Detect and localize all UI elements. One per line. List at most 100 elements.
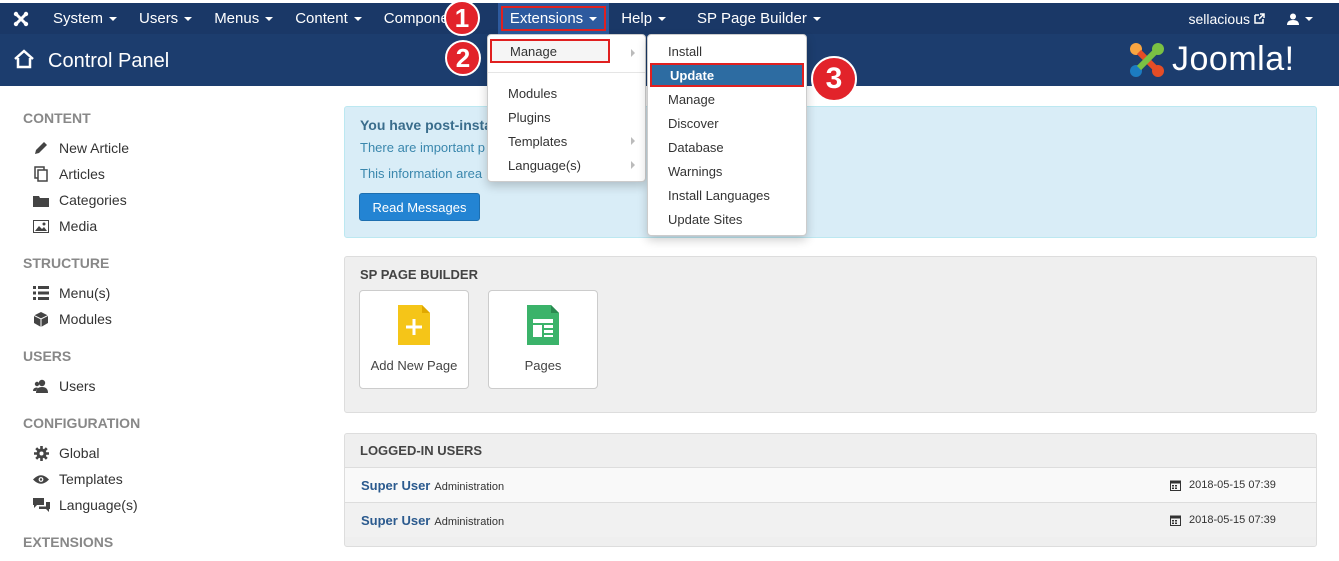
menu-extensions[interactable]: Extensions <box>497 3 610 34</box>
sp-page-builder-panel: SP PAGE BUILDER Add New Page Pages <box>344 256 1317 413</box>
menu-content-label: Content <box>295 10 348 27</box>
menu-item-install[interactable]: Install <box>648 39 806 63</box>
joomla-logo-text: Joomla! <box>1172 40 1295 78</box>
table-row: Super User Administration 2018-05-15 07:3… <box>345 502 1316 537</box>
sidebar-item-label: Categories <box>59 192 127 208</box>
menu-sp-page-builder[interactable]: SP Page Builder <box>677 3 832 34</box>
sidebar-item-label: Users <box>59 378 96 394</box>
user-role: Administration <box>434 481 505 493</box>
menu-item-label: Manage <box>510 43 557 59</box>
menu-item-label: Install <box>668 43 702 59</box>
menu-item-label: Plugins <box>508 109 551 125</box>
site-link[interactable]: sellacious <box>1178 3 1276 34</box>
pencil-icon <box>32 140 50 156</box>
extensions-dropdown: Manage Modules Plugins Templates Languag… <box>487 34 646 182</box>
submenu-arrow-icon <box>631 137 635 145</box>
menu-sp-page-builder-label: SP Page Builder <box>697 10 807 27</box>
menu-item-languages[interactable]: Language(s) <box>488 153 645 177</box>
menu-users-label: Users <box>139 10 179 27</box>
menu-extensions-label: Extensions <box>509 10 584 27</box>
calendar-icon <box>1170 515 1181 526</box>
table-row: Super User Administration 2018-05-15 07:3… <box>345 467 1316 502</box>
sidebar-item-languages[interactable]: Language(s) <box>32 497 138 513</box>
joomla-logo: Joomla! <box>1128 40 1295 79</box>
sidebar-item-menus[interactable]: Menu(s) <box>32 285 110 301</box>
caret-down-icon <box>353 16 362 21</box>
menu-item-label: Language(s) <box>508 157 581 173</box>
menu-item-plugins[interactable]: Plugins <box>488 105 645 129</box>
user-link[interactable]: Super User Administration <box>361 478 504 493</box>
add-page-icon <box>398 305 430 348</box>
caret-down-icon <box>589 16 598 21</box>
submenu-arrow-icon <box>631 161 635 169</box>
menu-content[interactable]: Content <box>284 3 373 34</box>
joomla-logo-icon <box>1130 42 1164 77</box>
menu-item-manage[interactable]: Manage <box>490 39 610 63</box>
user-menu[interactable] <box>1276 3 1339 34</box>
add-new-page-label: Add New Page <box>370 358 458 373</box>
sidebar-heading-users: USERS <box>23 348 72 364</box>
sidebar-item-users[interactable]: Users <box>32 378 96 394</box>
add-new-page-button[interactable]: Add New Page <box>359 290 469 389</box>
caret-down-icon <box>812 16 821 21</box>
list-icon <box>32 285 50 301</box>
panel-title: LOGGED-IN USERS <box>360 443 483 458</box>
sidebar-item-categories[interactable]: Categories <box>32 192 127 208</box>
menu-item-label: Templates <box>508 133 568 149</box>
menu-item-label: Database <box>668 139 724 155</box>
pages-icon <box>527 305 559 348</box>
joomla-icon[interactable] <box>0 3 42 34</box>
sidebar-item-new-article[interactable]: New Article <box>32 140 129 156</box>
menu-item-warnings[interactable]: Warnings <box>648 159 806 183</box>
menu-help-label: Help <box>621 10 653 27</box>
panel-title: SP PAGE BUILDER <box>360 267 478 282</box>
alert-text-1: There are important p <box>360 140 486 155</box>
sidebar-item-articles[interactable]: Articles <box>32 166 105 182</box>
menu-item-manage[interactable]: Manage <box>648 87 806 111</box>
caret-down-icon <box>1305 16 1313 21</box>
user-link[interactable]: Super User Administration <box>361 513 504 528</box>
login-date: 2018-05-15 07:39 <box>1170 514 1276 526</box>
user-role: Administration <box>434 516 505 528</box>
main-menu: System Users Menus Content Componer Exte… <box>0 3 832 34</box>
caret-down-icon <box>184 16 193 21</box>
eye-icon <box>32 471 50 487</box>
sidebar-item-label: Media <box>59 218 98 234</box>
divider <box>488 72 645 73</box>
sidebar-item-media[interactable]: Media <box>32 218 97 234</box>
sidebar-item-modules[interactable]: Modules <box>32 311 112 327</box>
menu-item-database[interactable]: Database <box>648 135 806 159</box>
login-date: 2018-05-15 07:39 <box>1170 479 1276 491</box>
sidebar-heading-extensions: EXTENSIONS <box>23 534 114 550</box>
menu-item-install-languages[interactable]: Install Languages <box>648 183 806 207</box>
menu-item-discover[interactable]: Discover <box>648 111 806 135</box>
external-link-icon <box>1254 13 1265 24</box>
menu-menus[interactable]: Menus <box>203 3 284 34</box>
menu-item-modules[interactable]: Modules <box>488 81 645 105</box>
menu-users[interactable]: Users <box>128 3 203 34</box>
caret-down-icon <box>658 16 667 21</box>
gear-icon <box>32 445 50 461</box>
sidebar-item-label: Language(s) <box>59 497 138 513</box>
menu-item-update[interactable]: Update <box>650 63 804 87</box>
menu-item-update-sites[interactable]: Update Sites <box>648 207 806 231</box>
menu-item-label: Modules <box>508 85 558 101</box>
top-navbar: System Users Menus Content Componer Exte… <box>0 3 1339 34</box>
sidebar-item-label: Modules <box>59 311 112 327</box>
sidebar-item-label: Menu(s) <box>59 285 111 301</box>
sidebar-item-global[interactable]: Global <box>32 445 99 461</box>
menu-system[interactable]: System <box>42 3 128 34</box>
menu-item-label: Discover <box>668 115 719 131</box>
sidebar-item-label: New Article <box>59 140 130 156</box>
sidebar-item-label: Templates <box>59 471 123 487</box>
menu-item-label: Update <box>670 67 715 83</box>
user-name: Super User <box>361 513 431 528</box>
cube-icon <box>32 311 50 327</box>
home-icon <box>13 48 35 73</box>
logged-in-users-panel: LOGGED-IN USERS Super User Administration… <box>344 433 1317 547</box>
sidebar-item-templates[interactable]: Templates <box>32 471 123 487</box>
pages-button[interactable]: Pages <box>488 290 598 389</box>
read-messages-button[interactable]: Read Messages <box>359 193 480 221</box>
menu-help[interactable]: Help <box>609 3 677 34</box>
menu-item-templates[interactable]: Templates <box>488 129 645 153</box>
